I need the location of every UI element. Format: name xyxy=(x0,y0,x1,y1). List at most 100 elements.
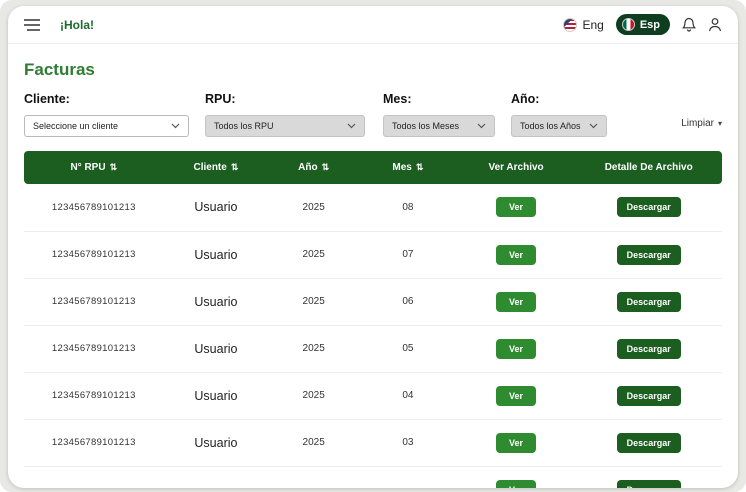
topbar-actions: Eng Esp xyxy=(563,14,722,35)
cell-cliente xyxy=(164,466,269,488)
ver-button[interactable]: Ver xyxy=(496,480,536,489)
cell-detalle: Descargar xyxy=(575,372,722,419)
language-esp-button[interactable]: Esp xyxy=(616,14,670,35)
us-flag-icon xyxy=(563,18,577,32)
cell-ver: Ver xyxy=(457,184,576,231)
cell-rpu: 123456789101213 xyxy=(24,184,164,231)
user-menu-button[interactable] xyxy=(708,17,722,32)
cell-mes: 08 xyxy=(359,184,457,231)
cell-cliente: Usuario xyxy=(164,184,269,231)
cell-ano xyxy=(268,466,359,488)
descargar-button[interactable]: Descargar xyxy=(617,197,681,217)
cell-detalle: Descargar xyxy=(575,466,722,488)
language-eng-label: Eng xyxy=(582,18,603,32)
cell-ano: 2025 xyxy=(268,419,359,466)
top-bar: ¡Hola! Eng Esp xyxy=(8,6,738,44)
table-row: 123456789101213 Usuario 2025 03 Ver Desc… xyxy=(24,419,722,466)
page-content: Facturas Cliente: Seleccione un cliente … xyxy=(8,60,738,488)
caret-down-icon: ▾ xyxy=(718,119,722,128)
cliente-select[interactable]: Seleccione un cliente xyxy=(24,115,189,137)
cell-mes: 03 xyxy=(359,419,457,466)
mes-label: Mes: xyxy=(383,92,495,106)
language-eng-button[interactable]: Eng xyxy=(563,18,603,32)
cell-cliente: Usuario xyxy=(164,325,269,372)
clear-filters-label: Limpiar xyxy=(681,118,714,129)
filter-ano: Año: Todos los Años xyxy=(511,92,607,137)
header-ver-label: Ver Archivo xyxy=(488,162,543,173)
descargar-button[interactable]: Descargar xyxy=(617,386,681,406)
cell-ano: 2025 xyxy=(268,231,359,278)
sort-icon[interactable]: ⇅ xyxy=(322,162,330,172)
cell-ver: Ver xyxy=(457,372,576,419)
ver-button[interactable]: Ver xyxy=(496,197,536,217)
table-row-partial: Ver Descargar xyxy=(24,466,722,488)
header-ano-label: Año xyxy=(298,162,317,173)
cell-cliente: Usuario xyxy=(164,419,269,466)
sort-icon[interactable]: ⇅ xyxy=(416,162,424,172)
cell-mes: 05 xyxy=(359,325,457,372)
ver-button[interactable]: Ver xyxy=(496,292,536,312)
user-icon xyxy=(708,17,722,32)
cell-mes: 06 xyxy=(359,278,457,325)
cell-ver: Ver xyxy=(457,278,576,325)
chevron-down-icon xyxy=(347,123,356,129)
ano-select[interactable]: Todos los Años xyxy=(511,115,607,137)
descargar-button[interactable]: Descargar xyxy=(617,339,681,359)
filter-mes: Mes: Todos los Meses xyxy=(383,92,495,137)
mx-flag-icon xyxy=(622,18,635,31)
clear-filters-button[interactable]: Limpiar ▾ xyxy=(681,118,722,129)
notifications-button[interactable] xyxy=(682,17,696,32)
cell-detalle: Descargar xyxy=(575,325,722,372)
rpu-select-value: Todos los RPU xyxy=(214,121,274,131)
page-title: Facturas xyxy=(24,60,722,80)
table-row: 123456789101213 Usuario 2025 07 Ver Desc… xyxy=(24,231,722,278)
chevron-down-icon xyxy=(589,123,598,129)
cell-detalle: Descargar xyxy=(575,184,722,231)
cell-ver: Ver xyxy=(457,419,576,466)
language-esp-label: Esp xyxy=(640,19,660,31)
cell-ver: Ver xyxy=(457,325,576,372)
ver-button[interactable]: Ver xyxy=(496,433,536,453)
cell-detalle: Descargar xyxy=(575,278,722,325)
ano-select-value: Todos los Años xyxy=(520,121,581,131)
mes-select-value: Todos los Meses xyxy=(392,121,459,131)
header-mes-label: Mes xyxy=(392,162,411,173)
table-row: 123456789101213 Usuario 2025 04 Ver Desc… xyxy=(24,372,722,419)
header-ano[interactable]: Año ⇅ xyxy=(268,151,359,184)
descargar-button[interactable]: Descargar xyxy=(617,480,681,489)
cell-rpu: 123456789101213 xyxy=(24,325,164,372)
menu-icon[interactable] xyxy=(24,19,40,31)
descargar-button[interactable]: Descargar xyxy=(617,245,681,265)
header-rpu[interactable]: N° RPU ⇅ xyxy=(24,151,164,184)
cell-detalle: Descargar xyxy=(575,231,722,278)
cell-mes: 07 xyxy=(359,231,457,278)
sort-icon[interactable]: ⇅ xyxy=(231,162,239,172)
chevron-down-icon xyxy=(171,123,180,129)
header-cliente[interactable]: Cliente⇅ xyxy=(164,151,269,184)
ver-button[interactable]: Ver xyxy=(496,245,536,265)
cliente-label: Cliente: xyxy=(24,92,189,106)
cell-ano: 2025 xyxy=(268,372,359,419)
table-row: 123456789101213 Usuario 2025 05 Ver Desc… xyxy=(24,325,722,372)
cliente-select-value: Seleccione un cliente xyxy=(33,121,118,131)
header-rpu-label: N° RPU xyxy=(70,162,105,173)
cell-rpu: 123456789101213 xyxy=(24,231,164,278)
header-ver-archivo: Ver Archivo xyxy=(457,151,576,184)
cell-ano: 2025 xyxy=(268,325,359,372)
descargar-button[interactable]: Descargar xyxy=(617,292,681,312)
header-mes[interactable]: Mes ⇅ xyxy=(359,151,457,184)
cell-cliente: Usuario xyxy=(164,278,269,325)
filters-bar: Cliente: Seleccione un cliente RPU: Todo… xyxy=(24,92,722,137)
sort-icon[interactable]: ⇅ xyxy=(110,162,118,172)
table-row: 123456789101213 Usuario 2025 06 Ver Desc… xyxy=(24,278,722,325)
ver-button[interactable]: Ver xyxy=(496,339,536,359)
mes-select[interactable]: Todos los Meses xyxy=(383,115,495,137)
ano-label: Año: xyxy=(511,92,607,106)
cell-mes: 04 xyxy=(359,372,457,419)
cell-ano: 2025 xyxy=(268,278,359,325)
descargar-button[interactable]: Descargar xyxy=(617,433,681,453)
table-header-row: N° RPU⇅ Cliente⇅ Año⇅ Mes⇅ Ver Archivo D… xyxy=(24,151,722,184)
rpu-select[interactable]: Todos los RPU xyxy=(205,115,365,137)
chevron-down-icon xyxy=(477,123,486,129)
ver-button[interactable]: Ver xyxy=(496,386,536,406)
